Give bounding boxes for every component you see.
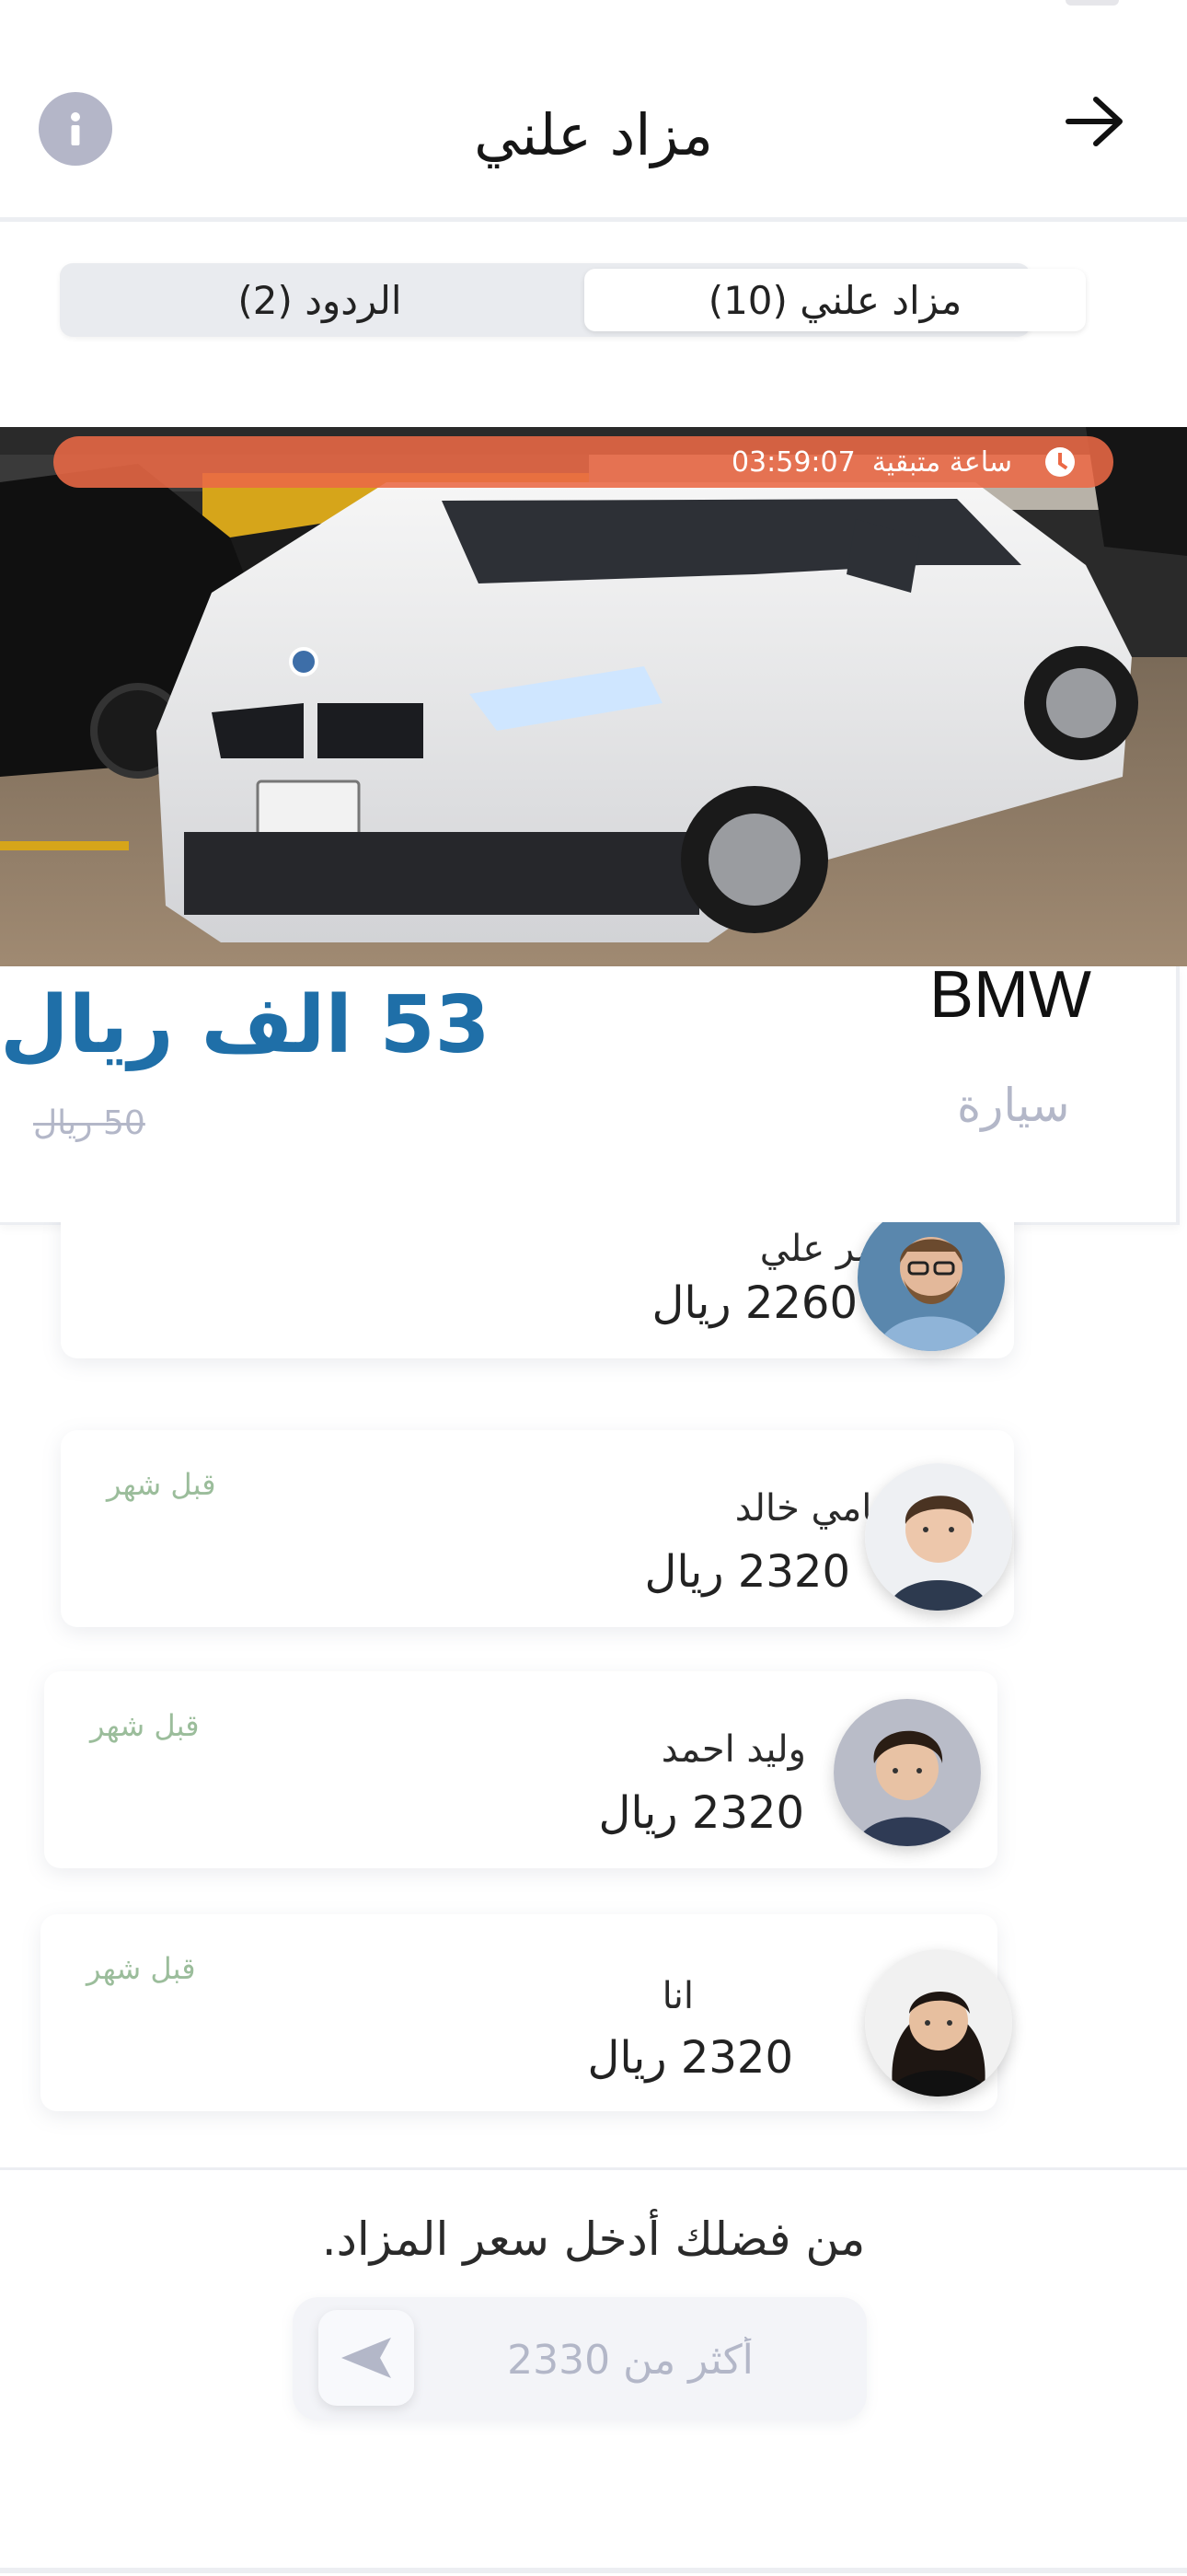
car-photo xyxy=(0,427,1187,966)
start-price: 50 ريال xyxy=(33,1104,145,1142)
avatar xyxy=(834,1699,981,1846)
send-icon xyxy=(341,2338,391,2378)
bid-time: قبل شهر xyxy=(90,1708,200,1743)
page-title: مزاد علني xyxy=(474,101,713,168)
bid-amount: 2260 ريال xyxy=(651,1277,858,1329)
back-button[interactable] xyxy=(1058,85,1132,158)
info-button[interactable] xyxy=(39,92,112,166)
bid-input-container xyxy=(293,2297,867,2422)
send-bid-button[interactable] xyxy=(318,2310,414,2406)
car-brand: BMW xyxy=(929,958,1091,1032)
bid-time: قبل شهر xyxy=(107,1467,216,1502)
bid-card[interactable]: قبل شهر انا 2320 ريال xyxy=(40,1914,997,2111)
segmented-tabs: الردود (2) مزاد علني (10) xyxy=(60,263,1086,337)
tab-public-auction[interactable]: مزاد علني (10) xyxy=(584,269,1086,331)
tab-public-auction-label: مزاد علني (10) xyxy=(708,277,962,323)
header-divider xyxy=(0,217,1187,222)
bid-amount: 2320 ريال xyxy=(598,1787,804,1839)
bid-list: عمر علي 2260 ريال قبل شهر سامي خالد 2320… xyxy=(0,1222,1187,2167)
clock-icon xyxy=(1045,447,1075,477)
bid-amount: 2320 ريال xyxy=(587,2032,793,2084)
bid-amount-input[interactable] xyxy=(403,2297,858,2422)
bid-time: قبل شهر xyxy=(86,1951,196,1986)
car-category: سيارة xyxy=(957,1079,1070,1132)
arrow-right-icon xyxy=(1066,97,1123,146)
timer-value: 03:59:07 xyxy=(731,445,856,479)
tab-replies-label: الردود (2) xyxy=(237,277,402,323)
info-icon xyxy=(71,112,80,145)
avatar xyxy=(865,1463,1012,1611)
bottom-bar xyxy=(0,2568,1187,2573)
current-price: 53 الف ريال xyxy=(0,979,490,1071)
tab-replies[interactable]: الردود (2) xyxy=(60,263,580,337)
bidder-name: وليد احمد xyxy=(661,1728,806,1771)
time-remaining-bar: ساعة متبقية 03:59:07 xyxy=(53,436,1113,488)
bid-amount: 2320 ريال xyxy=(644,1546,850,1598)
bidder-name: انا xyxy=(662,1975,694,2017)
bid-prompt: من فضلك أدخل سعر المزاد. xyxy=(321,2212,866,2266)
timer-label: ساعة متبقية xyxy=(871,445,1012,479)
avatar xyxy=(865,1949,1012,2097)
